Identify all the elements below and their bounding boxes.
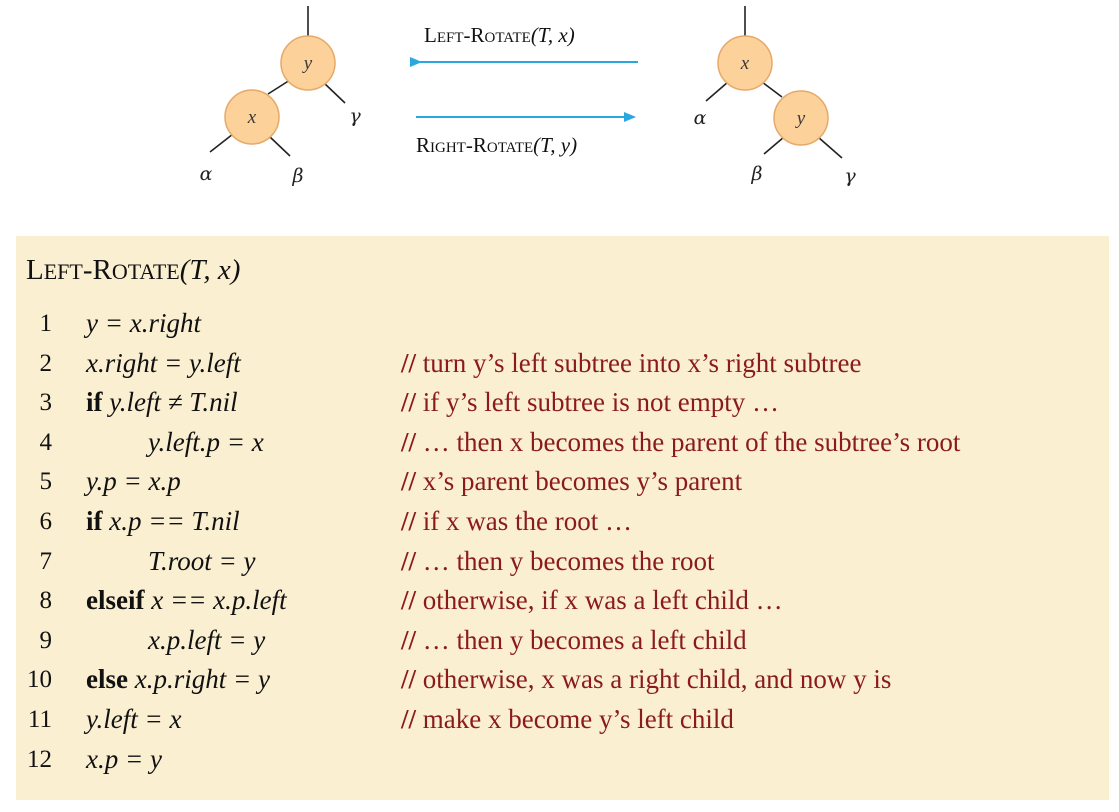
comment-marker: // xyxy=(401,704,417,734)
keyword: if xyxy=(86,387,103,418)
comment-marker: // xyxy=(401,347,417,378)
code-comment: // if y’s left subtree is not empty … xyxy=(401,387,779,418)
code-statement: y = x.right xyxy=(86,308,201,339)
code-statement: y.left.p = x xyxy=(148,427,264,458)
code-text: x.p.right = y xyxy=(134,664,270,695)
line-number: 9 xyxy=(39,626,53,654)
comment-text: … then y becomes a left child xyxy=(422,624,747,655)
line-number: 3 xyxy=(39,389,53,417)
line-number: 5 xyxy=(39,468,53,496)
code-text: x.p == T.nil xyxy=(109,506,240,536)
comment-marker: // xyxy=(401,664,417,695)
code-statement: else x.p.right = y xyxy=(86,664,270,695)
right-tree-edge-x-alpha xyxy=(705,81,729,102)
code-statement: y.p = x.p xyxy=(86,466,181,497)
code-comment: // otherwise, x was a right child, and n… xyxy=(401,664,891,695)
right-tree-edge-y-beta xyxy=(763,136,785,155)
line-number: 7 xyxy=(39,547,53,575)
comment-text: turn y’s left subtree into x’s right sub… xyxy=(422,347,862,378)
code-comment: // x’s parent becomes y’s parent xyxy=(401,466,742,497)
code-text: x.right = y.left xyxy=(86,347,241,378)
line-number: 4 xyxy=(39,428,53,456)
code-statement: if y.left ≠ T.nil xyxy=(86,387,238,418)
comment-marker: // xyxy=(401,545,417,576)
left-tree-node-y-label: y xyxy=(302,53,313,74)
right-tree-gamma: γ xyxy=(844,165,856,187)
right-tree-node-y-label: y xyxy=(795,108,806,129)
rotation-diagram: y x α β γ LEFT-ROTATE(T, x) RIGHT-ROTATE… xyxy=(200,6,856,187)
pseudocode-panel: LEFT-ROTATE(T, x) 1 y = x.right 2 x.right =… xyxy=(16,236,1109,800)
code-text: y.p = x.p xyxy=(86,466,181,497)
left-tree-beta: β xyxy=(292,165,304,187)
comment-marker: // xyxy=(401,585,417,616)
left-tree-edge-y-x xyxy=(267,79,291,95)
code-statement: x.p = y xyxy=(86,744,162,775)
line-number: 1 xyxy=(39,310,53,337)
code-statement: T.root = y xyxy=(148,546,255,577)
comment-text: otherwise, if x was a left child … xyxy=(422,585,783,616)
comment-text: otherwise, x was a right child, and now … xyxy=(422,664,892,695)
code-comment: // … then x becomes the parent of the su… xyxy=(401,427,960,458)
code-comment: // if x was the root … xyxy=(401,506,632,537)
left-tree-node-x-label: x xyxy=(247,107,257,128)
line-number: 11 xyxy=(27,706,52,733)
comment-text: make x become y’s left child xyxy=(422,704,734,734)
code-comment: // make x become y’s left child xyxy=(401,704,734,735)
comment-text: x’s parent becomes y’s parent xyxy=(422,466,743,497)
left-rotate-label: LEFT-ROTATE(T, x) xyxy=(424,23,575,47)
code-statement: if x.p == T.nil xyxy=(86,506,240,537)
code-text: T.root = y xyxy=(148,545,256,576)
left-tree-alpha: α xyxy=(200,163,213,185)
line-number: 8 xyxy=(39,587,53,615)
comment-marker: // xyxy=(401,466,417,497)
keyword: elseif xyxy=(86,585,145,616)
line-number: 6 xyxy=(39,508,53,535)
code-text: x.p.left = y xyxy=(148,624,266,655)
code-statement: y.left = x xyxy=(86,704,181,735)
code-text: y.left ≠ T.nil xyxy=(109,387,238,418)
right-rotate-label: RIGHT-ROTATE(T, y) xyxy=(416,133,577,157)
comment-marker: // xyxy=(401,387,417,418)
comment-marker: // xyxy=(401,426,417,457)
left-tree-edge-y-gamma xyxy=(322,81,346,104)
line-number: 2 xyxy=(39,349,53,377)
procedure-header: LEFT-ROTATE(T, x) xyxy=(26,254,241,286)
code-comment: // … then y becomes a left child xyxy=(401,625,747,656)
comment-text: … then x becomes the parent of the subtr… xyxy=(422,426,961,457)
right-tree-edge-x-y xyxy=(761,81,783,98)
comment-marker: // xyxy=(401,506,417,536)
rotation-arrows: LEFT-ROTATE(T, x) RIGHT-ROTATE(T, y) xyxy=(410,23,638,157)
right-tree-alpha: α xyxy=(694,107,707,129)
code-text: y.left = x xyxy=(86,704,182,734)
left-tree-gamma: γ xyxy=(349,105,361,127)
code-comment: // turn y’s left subtree into x’s right … xyxy=(401,348,861,379)
comment-text: if y’s left subtree is not empty … xyxy=(422,387,779,418)
code-statement: x.p.left = y xyxy=(148,625,265,656)
code-comment: // … then y becomes the root xyxy=(401,546,714,577)
left-tree-edge-x-beta xyxy=(269,136,291,157)
right-tree-beta: β xyxy=(751,163,763,185)
right-tree-node-x-label: x xyxy=(740,53,750,74)
line-number: 12 xyxy=(27,745,52,773)
keyword: if xyxy=(86,506,103,536)
code-text: x == x.p.left xyxy=(151,585,287,616)
comment-marker: // xyxy=(401,624,417,655)
left-tree-edge-x-alpha xyxy=(209,133,234,153)
right-tree-edge-y-gamma xyxy=(817,136,843,159)
code-text: y.left.p = x xyxy=(148,426,264,457)
left-tree: y x α β γ xyxy=(200,6,361,187)
keyword: else xyxy=(86,664,128,695)
code-statement: x.right = y.left xyxy=(86,348,241,379)
code-comment: // otherwise, if x was a left child … xyxy=(401,585,783,616)
right-tree: x y α β γ xyxy=(694,6,856,187)
code-text: y = x.right xyxy=(86,308,201,338)
line-number: 10 xyxy=(27,666,52,694)
code-text: x.p = y xyxy=(86,743,162,774)
code-statement: elseif x == x.p.left xyxy=(86,585,287,616)
comment-text: … then y becomes the root xyxy=(422,545,715,576)
comment-text: if x was the root … xyxy=(422,506,632,536)
